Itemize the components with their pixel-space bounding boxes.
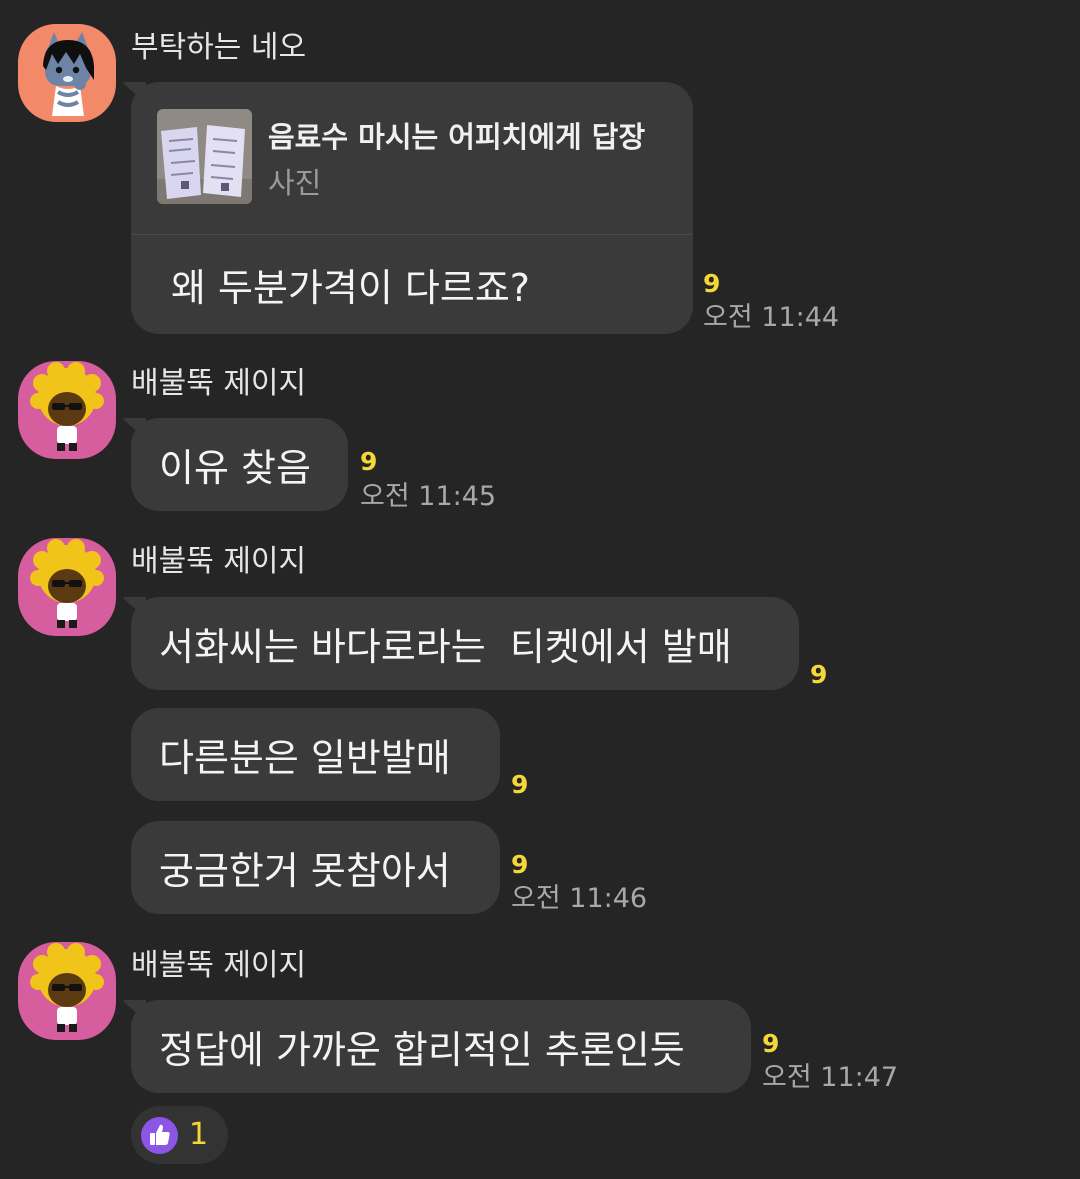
message-bubble[interactable]: 이유 찾음 xyxy=(131,418,348,511)
message-bubble[interactable]: 다른분은 일반발매 xyxy=(131,708,500,801)
photo-thumbnail-image xyxy=(157,109,252,204)
neo-avatar-image xyxy=(18,24,116,122)
message-text: 왜 두분가격이 다르죠? xyxy=(171,265,530,310)
reply-title: 음료수 마시는 어피치에게 답장 xyxy=(268,120,646,154)
message-time: 오전 11:47 xyxy=(762,1062,899,1093)
jayg-avatar[interactable] xyxy=(18,538,116,636)
reply-message-bubble[interactable]: 음료수 마시는 어피치에게 답장 사진 왜 두분가격이 다르죠? xyxy=(131,82,693,334)
unread-count: 9 xyxy=(360,447,378,476)
message-text: 다른분은 일반발매 xyxy=(159,736,451,780)
sender-name: 배불뚝 제이지 xyxy=(131,366,307,401)
chat-screen: 부탁하는 네오 음료수 마시는 어피치에게 답장 사진 왜 두분가격이 다르죠?… xyxy=(0,0,1080,1179)
message-text: 궁금한거 못참아서 xyxy=(159,849,451,893)
reaction-badge[interactable]: 1 xyxy=(131,1106,228,1164)
message-bubble[interactable]: 궁금한거 못참아서 xyxy=(131,821,500,914)
reply-preview[interactable]: 음료수 마시는 어피치에게 답장 사진 xyxy=(131,82,693,235)
sender-name: 배불뚝 제이지 xyxy=(131,948,307,983)
unread-count: 9 xyxy=(810,660,828,689)
message-bubble[interactable]: 정답에 가까운 합리적인 추론인듯 xyxy=(131,1000,751,1093)
message-text: 정답에 가까운 합리적인 추론인듯 xyxy=(159,1028,685,1072)
unread-count: 9 xyxy=(511,850,529,879)
unread-count: 9 xyxy=(511,770,529,799)
message-text: 서화씨는 바다로라는 티켓에서 발매 xyxy=(159,625,732,669)
message-text: 이유 찾음 xyxy=(159,446,311,490)
message-time: 오전 11:44 xyxy=(703,302,840,333)
unread-count: 9 xyxy=(703,269,721,298)
jayg-avatar[interactable] xyxy=(18,942,116,1040)
sender-name: 배불뚝 제이지 xyxy=(131,544,307,579)
message-bubble[interactable]: 서화씨는 바다로라는 티켓에서 발매 xyxy=(131,597,799,690)
jayg-avatar[interactable] xyxy=(18,361,116,459)
message-time: 오전 11:45 xyxy=(360,481,497,512)
sender-name: 부탁하는 네오 xyxy=(131,30,307,65)
jayg-avatar-image xyxy=(18,361,116,459)
photo-thumbnail[interactable] xyxy=(157,109,252,204)
thumbs-up-icon xyxy=(141,1117,178,1154)
reply-subtitle: 사진 xyxy=(268,166,322,200)
reaction-count: 1 xyxy=(189,1117,209,1152)
neo-avatar[interactable] xyxy=(18,24,116,122)
message-time: 오전 11:46 xyxy=(511,883,648,914)
unread-count: 9 xyxy=(762,1029,780,1058)
jayg-avatar-image xyxy=(18,538,116,636)
jayg-avatar-image xyxy=(18,942,116,1040)
